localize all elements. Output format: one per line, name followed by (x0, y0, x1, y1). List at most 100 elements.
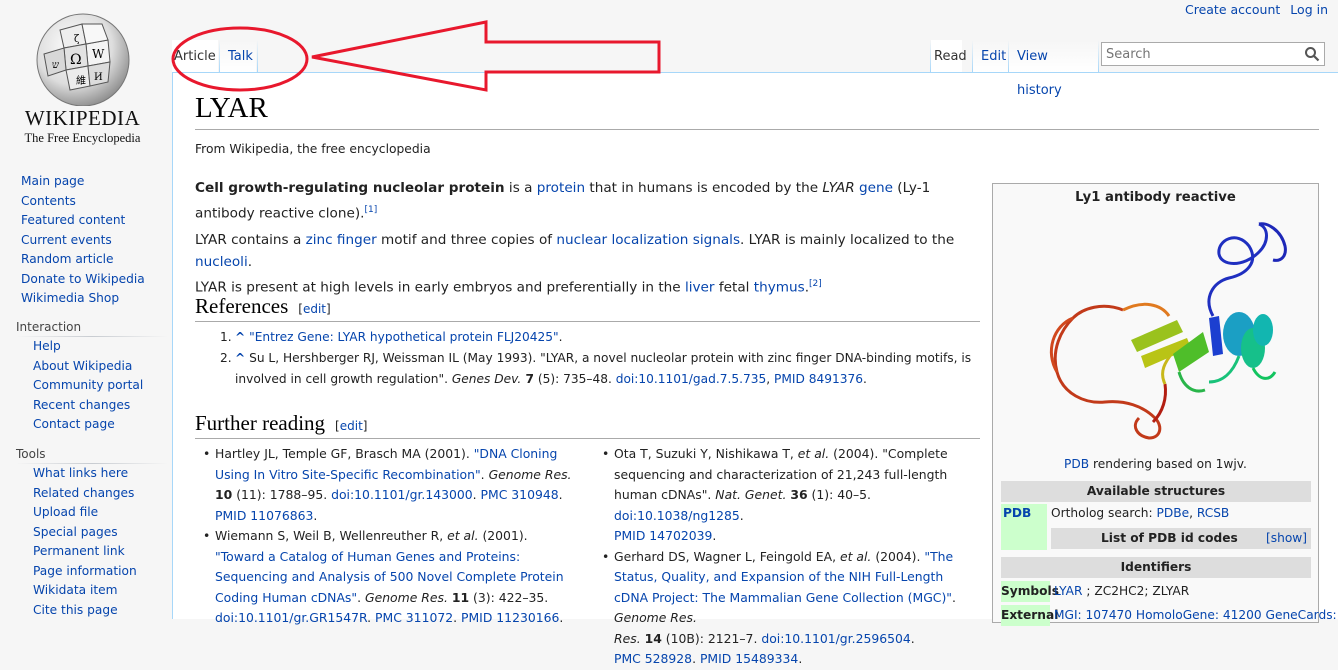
sidebar-heading-tools[interactable]: Tools (16, 447, 46, 461)
sidebar-item-cite-this-page[interactable]: Cite this page (33, 601, 137, 621)
sidebar-item-main-page[interactable]: Main page (21, 172, 145, 192)
pdb-label: PDB (1001, 504, 1047, 550)
svg-text:И: И (94, 72, 103, 83)
link-nls[interactable]: nuclear localization signals (556, 232, 740, 248)
section-references: References [edit] (195, 294, 331, 318)
rcsb-link[interactable]: RCSB (1197, 506, 1229, 520)
sidebar-item-what-links-here[interactable]: What links here (33, 464, 137, 484)
link-zinc-finger[interactable]: zinc finger (306, 232, 377, 248)
tab-read[interactable]: Read (931, 40, 967, 72)
list-item: Wiemann S, Weil B, Wellenreuther R, et a… (203, 526, 575, 629)
sidebar-item-page-information[interactable]: Page information (33, 562, 137, 582)
sidebar-item-donate[interactable]: Donate to Wikipedia (21, 270, 145, 290)
search-input[interactable] (1106, 46, 1296, 62)
further-3-pmid[interactable]: PMID 14702039 (614, 528, 712, 543)
reference-1: 1. ^ "Entrez Gene: LYAR hypothetical prot… (220, 330, 563, 344)
external-ids-links[interactable]: MGI: 107470 HomoloGene: 41200 GeneCards: (1054, 608, 1337, 622)
external-label: External (1001, 605, 1058, 626)
further-reading-right: Ota T, Suzuki Y, Nishikawa T, et al. (20… (602, 444, 969, 670)
further-1-pmc[interactable]: PMC 310948 (481, 487, 559, 502)
sidebar-item-recent-changes[interactable]: Recent changes (33, 396, 143, 416)
body-paragraph: LYAR contains a zinc finger motif and th… (195, 232, 955, 296)
edit-references-link[interactable]: edit (303, 302, 326, 316)
sidebar-item-random-article[interactable]: Random article (21, 250, 145, 270)
wikipedia-logo[interactable]: Ω W ζ 維 И ש WIKIPEDIA The Free Encyclope… (0, 0, 160, 160)
infobox-caption: PDB rendering based on 1wjv. (1064, 457, 1247, 471)
svg-text:ש: ש (52, 60, 59, 71)
link-liver[interactable]: liver (685, 280, 715, 296)
citation-1[interactable]: [1] (364, 205, 377, 215)
list-item: Gerhard DS, Wagner L, Feingold EA, et al… (602, 547, 969, 670)
symbols-label: Symbols (1001, 581, 1059, 602)
further-1-doi[interactable]: doi:10.1101/gr.143000 (331, 487, 473, 502)
pdb-caption-link[interactable]: PDB (1064, 457, 1089, 471)
available-structures-heading: Available structures (1001, 481, 1311, 502)
ref-2-backlink[interactable]: ^ (235, 351, 245, 365)
sidebar-item-contents[interactable]: Contents (21, 192, 145, 212)
ortholog-search: Ortholog search: PDBe, RCSB (1051, 506, 1230, 520)
site-tagline: From Wikipedia, the free encyclopedia (195, 142, 431, 156)
login-link[interactable]: Log in (1290, 2, 1328, 17)
ref-1-link[interactable]: "Entrez Gene: LYAR hypothetical protein … (249, 330, 559, 344)
link-gene[interactable]: gene (859, 180, 893, 196)
search-icon[interactable] (1304, 46, 1320, 62)
sidebar-item-special-pages[interactable]: Special pages (33, 523, 137, 543)
citation-2[interactable]: [2] (809, 279, 822, 289)
further-1-pmid[interactable]: PMID 11076863 (215, 508, 313, 523)
pdb-list-row: List of PDB id codes [show] (1051, 528, 1311, 549)
logo-wordmark: WIKIPEDIA (24, 106, 141, 130)
tab-article[interactable]: Article (172, 40, 218, 72)
further-2-doi[interactable]: doi:10.1101/gr.GR1547R (215, 610, 367, 625)
sidebar-item-current-events[interactable]: Current events (21, 231, 145, 251)
sidebar-item-upload-file[interactable]: Upload file (33, 503, 137, 523)
further-2-pmc[interactable]: PMC 311072 (375, 610, 453, 625)
infobox-title: Ly1 antibody reactive (1075, 190, 1236, 205)
further-2-pmid[interactable]: PMID 11230166 (461, 610, 559, 625)
sidebar-item-featured-content[interactable]: Featured content (21, 211, 145, 231)
svg-text:ζ: ζ (74, 34, 80, 45)
edit-further-reading-link[interactable]: edit (340, 419, 363, 433)
tab-talk[interactable]: Talk (220, 40, 256, 72)
further-4-doi[interactable]: doi:10.1101/gr.2596504 (761, 631, 910, 646)
search-box (1101, 42, 1325, 66)
sidebar-item-community-portal[interactable]: Community portal (33, 376, 143, 396)
sidebar-item-permanent-link[interactable]: Permanent link (33, 542, 137, 562)
sidebar-heading-interaction[interactable]: Interaction (16, 320, 81, 334)
reference-2: 2. ^ Su L, Hershberger RJ, Weissman IL (M… (220, 351, 972, 386)
ref-2-doi-link[interactable]: doi:10.1101/gad.7.5.735 (616, 372, 767, 386)
tab-view-history[interactable]: View history (1009, 40, 1099, 98)
ref-1-backlink[interactable]: ^ (235, 330, 245, 344)
ref-2-pmid-link[interactable]: PMID 8491376 (774, 372, 863, 386)
tab-edit[interactable]: Edit (973, 40, 1009, 72)
sidebar-item-wikimedia-shop[interactable]: Wikimedia Shop (21, 289, 145, 309)
intro-paragraph: Cell growth-regulating nucleolar protein… (195, 180, 931, 222)
logo-tagline: The Free Encyclopedia (24, 131, 141, 145)
link-nucleoli[interactable]: nucleoli (195, 254, 248, 270)
external-ids: MGI: 107470 HomoloGene: 41200 GeneCards: (1054, 608, 1337, 622)
sidebar-item-contact-page[interactable]: Contact page (33, 415, 143, 435)
svg-text:Ω: Ω (70, 52, 82, 68)
sidebar-item-related-changes[interactable]: Related changes (33, 484, 137, 504)
pdbe-link[interactable]: PDBe (1156, 506, 1189, 520)
sidebar-navigation: Main page Contents Featured content Curr… (21, 172, 145, 309)
further-3-doi[interactable]: doi:10.1038/ng1285 (614, 508, 740, 523)
further-reading-left: Hartley JL, Temple GF, Brasch MA (2001).… (203, 444, 575, 629)
link-protein[interactable]: protein (537, 180, 585, 196)
identifiers-heading: Identifiers (1001, 557, 1311, 578)
svg-text:維: 維 (76, 74, 86, 87)
sidebar-item-help[interactable]: Help (33, 337, 143, 357)
further-4-pmid[interactable]: PMID 15489334 (700, 651, 798, 666)
create-account-link[interactable]: Create account (1185, 2, 1280, 17)
sidebar-item-wikidata-item[interactable]: Wikidata item (33, 581, 137, 601)
further-4-pmc[interactable]: PMC 528928 (614, 651, 692, 666)
show-pdb-list-button[interactable]: [show] (1266, 528, 1307, 549)
symbols-value: LYAR ; ZC2HC2; ZLYAR (1054, 584, 1190, 598)
personal-tools: Create account Log in (1175, 2, 1328, 17)
link-thymus[interactable]: thymus (754, 280, 805, 296)
lyar-symbol-link[interactable]: LYAR (1054, 584, 1082, 598)
protein-structure-image[interactable] (1033, 222, 1293, 447)
sidebar-item-about[interactable]: About Wikipedia (33, 357, 143, 377)
sidebar-tools: What links here Related changes Upload f… (33, 464, 137, 620)
section-further-reading: Further reading [edit] (195, 411, 368, 435)
svg-text:W: W (92, 47, 105, 61)
